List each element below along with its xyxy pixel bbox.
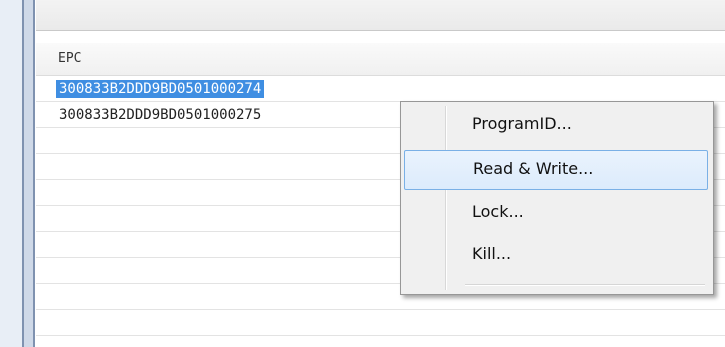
menu-item-label: Kill... <box>472 244 512 263</box>
column-header-label: EPC <box>58 51 82 66</box>
menu-item-label: Read & Write... <box>473 159 594 178</box>
menu-item-lock[interactable]: Lock... <box>404 194 708 234</box>
empty-row <box>36 310 725 336</box>
column-header-epc[interactable]: EPC <box>36 43 725 76</box>
menu-item-read-write[interactable]: Read & Write... <box>404 150 708 190</box>
menu-item-label: Lock... <box>472 202 524 221</box>
table-row[interactable]: 300833B2DDD9BD0501000274 <box>36 76 725 102</box>
epc-cell[interactable]: 300833B2DDD9BD0501000275 <box>56 106 264 124</box>
top-toolbar-area <box>36 0 725 31</box>
menu-item-kill[interactable]: Kill... <box>404 236 708 276</box>
context-menu: ProgramID... Read & Write... Lock... Kil… <box>400 101 714 295</box>
left-panel-strip <box>0 0 22 347</box>
epc-cell[interactable]: 300833B2DDD9BD0501000274 <box>56 80 265 98</box>
menu-item-program-id[interactable]: ProgramID... <box>404 106 708 146</box>
window-frame-border <box>22 0 36 347</box>
menu-separator <box>465 284 705 286</box>
menu-item-label: ProgramID... <box>472 114 572 133</box>
